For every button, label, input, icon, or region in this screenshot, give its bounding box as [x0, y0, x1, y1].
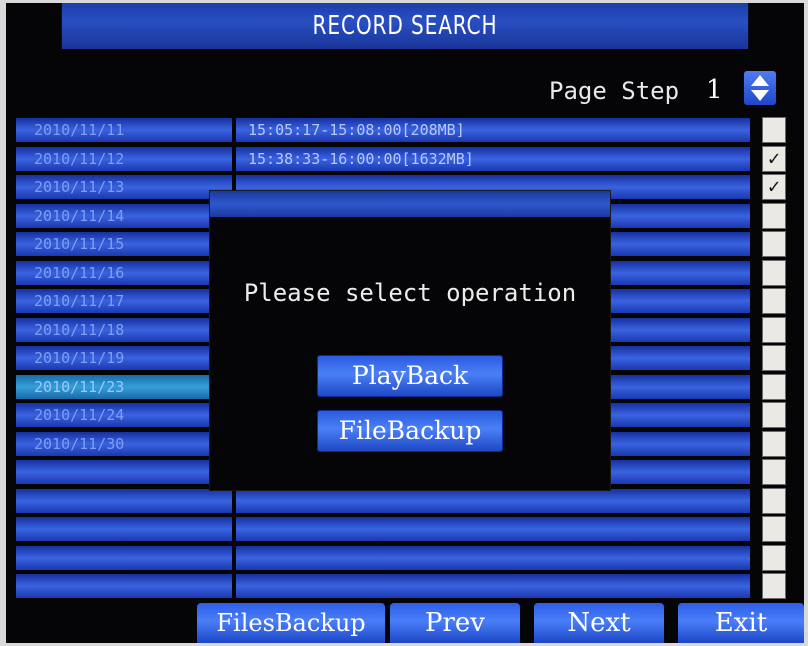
record-date[interactable]: 2010/11/15	[16, 232, 232, 256]
record-time-range[interactable]	[236, 545, 750, 570]
record-checkbox[interactable]	[762, 402, 786, 428]
playback-button[interactable]: PlayBack	[317, 355, 503, 397]
record-date[interactable]: 2010/11/23	[16, 374, 232, 399]
record-date[interactable]	[16, 545, 232, 570]
record-date[interactable]: 2010/11/11	[16, 118, 232, 142]
record-checkbox[interactable]	[762, 544, 786, 571]
exit-button[interactable]: Exit	[678, 603, 804, 643]
record-date[interactable]: 2010/11/12	[16, 146, 232, 171]
file-backup-button[interactable]: FileBackup	[317, 410, 503, 452]
record-checkbox[interactable]: ✓	[762, 174, 786, 200]
record-date[interactable]: 2010/11/16	[16, 260, 232, 285]
record-checkbox[interactable]	[762, 373, 786, 400]
files-backup-button[interactable]: FilesBackup	[197, 603, 385, 643]
record-row[interactable]	[16, 515, 791, 542]
record-time-range[interactable]	[236, 517, 750, 541]
record-checkbox[interactable]	[762, 459, 786, 485]
record-date[interactable]: 2010/11/14	[16, 203, 232, 228]
record-date[interactable]	[16, 460, 232, 484]
record-date[interactable]	[16, 574, 232, 598]
record-time-range[interactable]: 15:38:33-16:00:00[1632MB]	[236, 146, 750, 171]
dialog-title-bar	[210, 191, 610, 217]
record-checkbox[interactable]	[762, 288, 786, 314]
page-step-value[interactable]: 1	[706, 75, 723, 105]
record-date[interactable]: 2010/11/24	[16, 403, 232, 427]
arrow-up-icon[interactable]	[751, 75, 769, 86]
page-step-spinner[interactable]	[744, 71, 776, 105]
record-date[interactable]: 2010/11/13	[16, 175, 232, 199]
page-step-label: Page Step	[549, 77, 680, 105]
record-date[interactable]	[16, 517, 232, 541]
record-date[interactable]: 2010/11/17	[16, 289, 232, 313]
record-checkbox[interactable]	[762, 316, 786, 343]
record-row[interactable]	[16, 544, 791, 571]
record-checkbox[interactable]	[762, 487, 786, 514]
record-time-range[interactable]: 15:05:17-15:08:00[208MB]	[236, 118, 750, 142]
record-checkbox[interactable]	[762, 117, 786, 143]
record-date[interactable]: 2010/11/19	[16, 346, 232, 370]
record-search-screen: RECORD SEARCH Page Step 1 2010/11/11 15:0…	[6, 3, 804, 643]
record-row[interactable]: 2010/11/12 15:38:33-16:00:00[1632MB] ✓	[16, 145, 791, 172]
record-checkbox[interactable]: ✓	[762, 145, 786, 172]
record-checkbox[interactable]	[762, 573, 786, 599]
record-date[interactable]	[16, 488, 232, 513]
record-row[interactable]	[16, 572, 791, 599]
record-checkbox[interactable]	[762, 430, 786, 457]
record-checkbox[interactable]	[762, 231, 786, 257]
next-button[interactable]: Next	[534, 603, 664, 643]
record-checkbox[interactable]	[762, 345, 786, 371]
dialog-message: Please select operation	[243, 279, 577, 307]
operation-dialog: Please select operation PlayBack FileBac…	[209, 190, 611, 491]
record-date[interactable]: 2010/11/30	[16, 431, 232, 456]
record-checkbox[interactable]	[762, 259, 786, 286]
record-time-range[interactable]	[236, 574, 750, 598]
record-checkbox[interactable]	[762, 202, 786, 229]
record-row[interactable]: 2010/11/11 15:05:17-15:08:00[208MB]	[16, 116, 791, 143]
arrow-down-icon[interactable]	[751, 90, 769, 101]
window-title: RECORD SEARCH	[61, 3, 749, 49]
record-date[interactable]: 2010/11/18	[16, 317, 232, 342]
record-time-range[interactable]	[236, 488, 750, 513]
prev-button[interactable]: Prev	[390, 603, 520, 643]
record-checkbox[interactable]	[762, 516, 786, 542]
